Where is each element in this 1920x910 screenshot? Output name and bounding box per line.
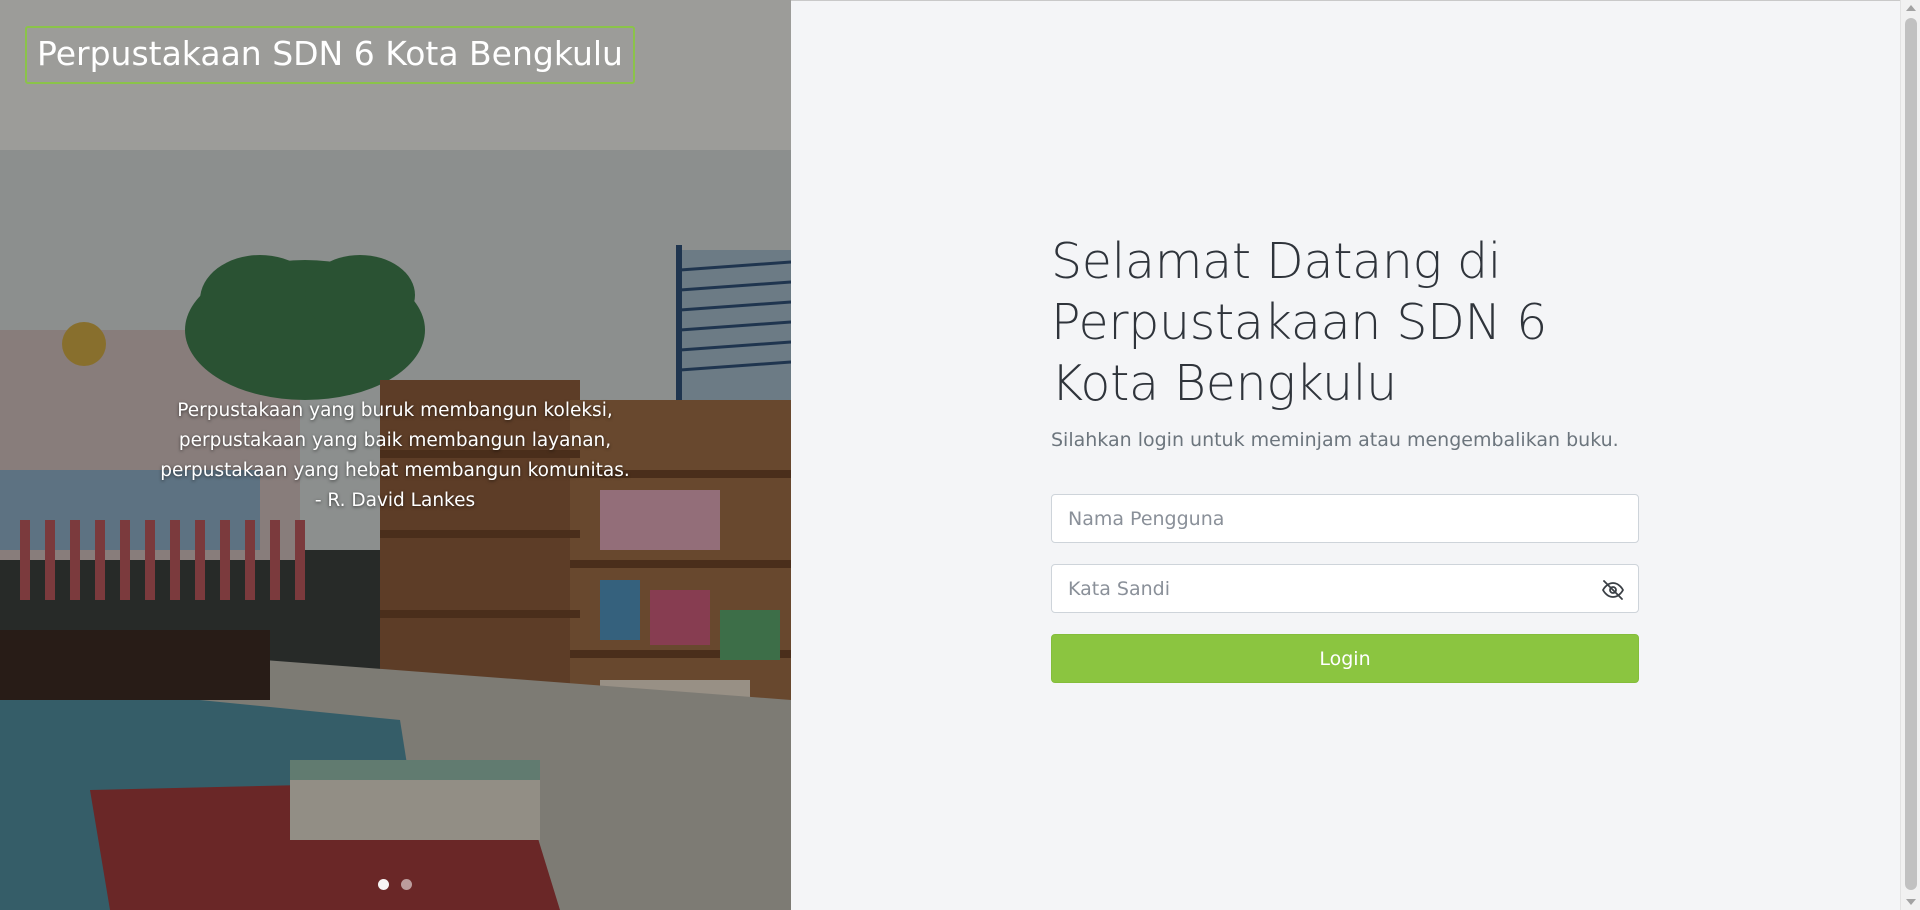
vertical-scrollbar[interactable] — [1900, 0, 1920, 910]
carousel-dot-1[interactable] — [378, 879, 389, 890]
carousel-indicators — [378, 879, 412, 890]
username-field — [1051, 494, 1639, 543]
welcome-heading: Selamat Datang di Perpustakaan SDN 6 Kot… — [1051, 233, 1548, 412]
login-button[interactable]: Login — [1051, 634, 1639, 683]
quote-text: Perpustakaan yang buruk membangun koleks… — [160, 400, 630, 481]
carousel-quote: Perpustakaan yang buruk membangun koleks… — [115, 396, 675, 516]
username-input[interactable] — [1052, 495, 1638, 542]
eye-slash-icon[interactable] — [1600, 577, 1626, 603]
hero-carousel: Perpustakaan SDN 6 Kota Bengkulu Perpust… — [0, 0, 791, 910]
scroll-up-arrow-icon[interactable] — [1906, 5, 1916, 11]
quote-author: - R. David Lankes — [314, 490, 476, 511]
login-panel: Selamat Datang di Perpustakaan SDN 6 Kot… — [791, 0, 1900, 910]
scroll-down-arrow-icon[interactable] — [1906, 899, 1916, 905]
password-field — [1051, 564, 1639, 613]
brand-title[interactable]: Perpustakaan SDN 6 Kota Bengkulu — [25, 26, 635, 84]
carousel-dot-2[interactable] — [401, 879, 412, 890]
password-input[interactable] — [1052, 565, 1638, 612]
login-subtitle: Silahkan login untuk meminjam atau menge… — [1051, 429, 1619, 451]
scroll-thumb[interactable] — [1905, 18, 1917, 890]
